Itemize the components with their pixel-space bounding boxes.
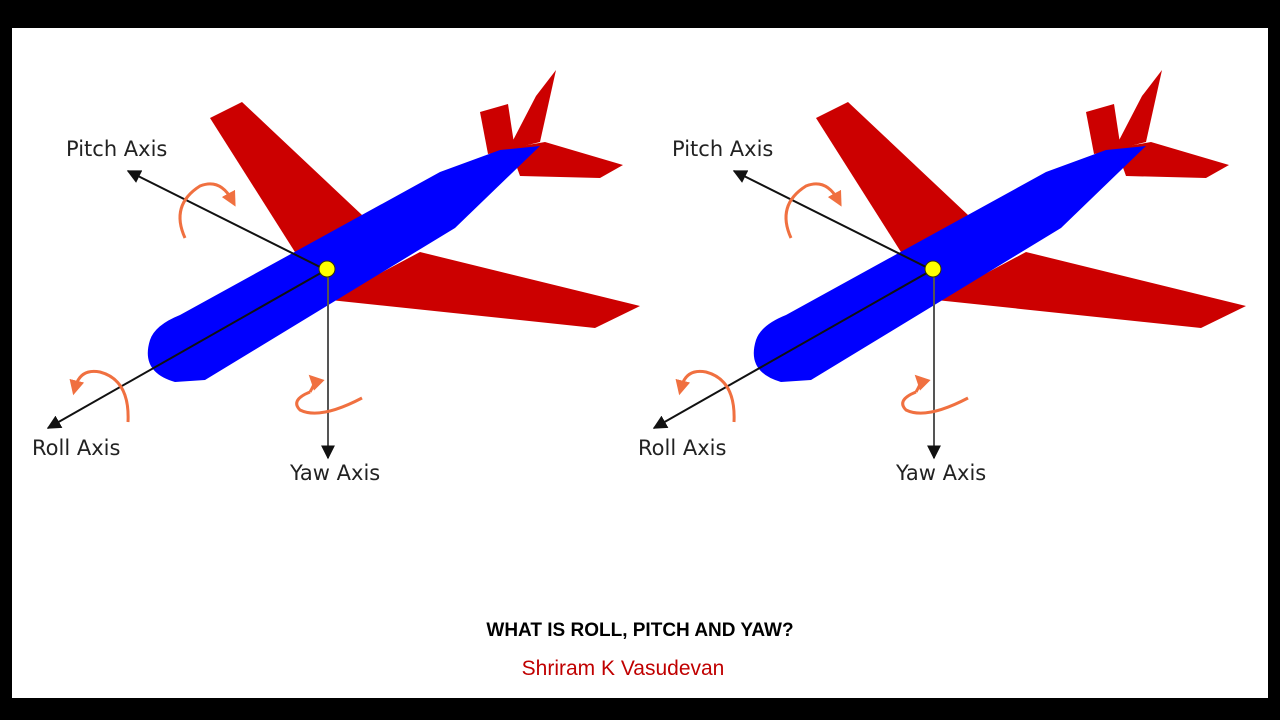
slide-title: WHAT IS ROLL, PITCH AND YAW? xyxy=(486,620,794,641)
yaw-axis-label: Yaw Axis xyxy=(895,461,986,485)
airplane-illustration xyxy=(654,70,1246,458)
roll-axis-label: Roll Axis xyxy=(32,436,120,460)
slide-author: Shriram K Vasudevan xyxy=(521,657,725,680)
roll-axis-label: Roll Axis xyxy=(638,436,726,460)
yaw-axis-label: Yaw Axis xyxy=(289,461,380,485)
diagram-layer: Pitch Axis Roll Axis Yaw Axis Pitch Axis… xyxy=(32,0,1280,485)
pitch-axis-label: Pitch Axis xyxy=(66,137,167,161)
airplane-diagram-left: Pitch Axis Roll Axis Yaw Axis xyxy=(32,70,640,485)
airplane-illustration xyxy=(48,70,640,458)
pitch-axis-label: Pitch Axis xyxy=(672,137,773,161)
airplane-diagram-right: Pitch Axis Roll Axis Yaw Axis xyxy=(638,70,1246,485)
screen-frame: Pitch Axis Roll Axis Yaw Axis Pitch Axis… xyxy=(0,0,1280,720)
